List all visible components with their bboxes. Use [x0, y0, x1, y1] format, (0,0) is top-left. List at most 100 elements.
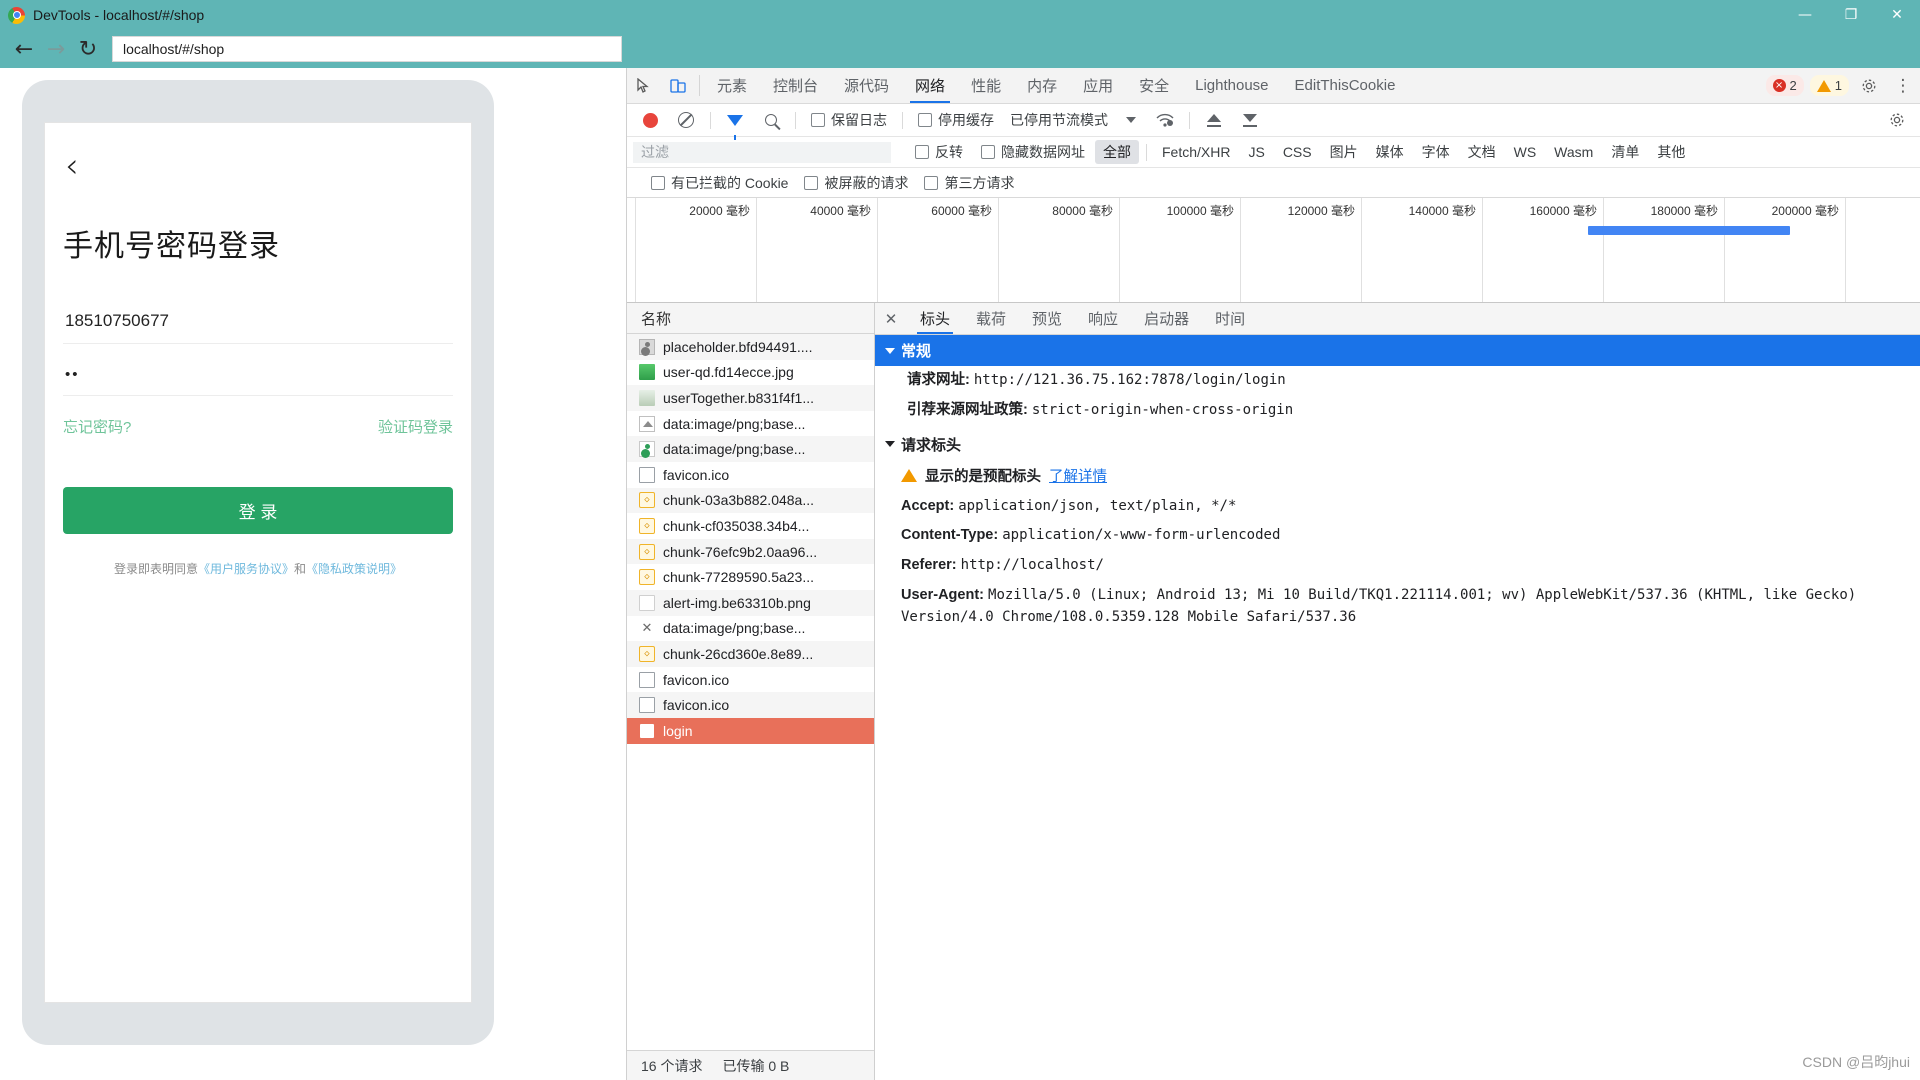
filter-type-wasm[interactable]: Wasm — [1546, 142, 1601, 162]
forgot-password-link[interactable]: 忘记密码? — [63, 416, 131, 437]
table-row[interactable]: ◇ chunk-76efc9b2.0aa96... — [627, 539, 874, 565]
overview-tick-label: 180000 毫秒 — [1651, 202, 1724, 219]
devtools-settings-icon[interactable] — [1852, 68, 1886, 103]
filter-type-other[interactable]: 其他 — [1649, 140, 1693, 164]
blocked-cookies-checkbox[interactable]: 有已拦截的 Cookie — [643, 173, 796, 193]
filter-toggle-icon[interactable] — [718, 115, 752, 126]
detail-tab-preview[interactable]: 预览 — [1019, 303, 1075, 334]
request-headers-section-header[interactable]: 请求标头 — [875, 426, 1920, 461]
third-party-checkbox[interactable]: 第三方请求 — [916, 173, 1022, 193]
filter-type-ws[interactable]: WS — [1506, 142, 1545, 162]
table-row[interactable]: userTogether.b831f4f1... — [627, 385, 874, 411]
tab-sources[interactable]: 源代码 — [831, 68, 902, 103]
minimize-button[interactable]: — — [1782, 0, 1828, 30]
phone-number-input[interactable]: 18510750677 — [63, 311, 453, 344]
learn-more-link[interactable]: 了解详情 — [1049, 465, 1107, 486]
tab-network[interactable]: 网络 — [902, 68, 958, 103]
search-icon[interactable] — [754, 114, 788, 126]
detail-tab-headers[interactable]: 标头 — [907, 303, 963, 334]
detail-tab-response[interactable]: 响应 — [1075, 303, 1131, 334]
table-row[interactable]: ◇ chunk-03a3b882.048a... — [627, 488, 874, 514]
maximize-button[interactable]: ❐ — [1828, 0, 1874, 30]
third-party-box[interactable] — [924, 176, 938, 190]
tab-application[interactable]: 应用 — [1070, 68, 1126, 103]
request-list-header[interactable]: 名称 — [627, 303, 874, 334]
sms-login-link[interactable]: 验证码登录 — [378, 416, 453, 437]
filter-type-img[interactable]: 图片 — [1322, 140, 1366, 164]
general-section-header[interactable]: 常规 — [875, 335, 1920, 366]
address-bar[interactable]: localhost/#/shop — [112, 36, 622, 62]
table-row-selected[interactable]: login — [627, 718, 874, 744]
table-row[interactable]: ◇ chunk-26cd360e.8e89... — [627, 641, 874, 667]
table-row[interactable]: ✕ data:image/png;base... — [627, 616, 874, 642]
devtools-panel: 元素 控制台 源代码 网络 性能 内存 应用 安全 Lighthouse Edi… — [627, 68, 1920, 1080]
blocked-cookies-box[interactable] — [651, 176, 665, 190]
table-row[interactable]: favicon.ico — [627, 692, 874, 718]
reload-icon[interactable]: ↻ — [72, 33, 104, 65]
export-har-icon[interactable] — [1233, 113, 1267, 127]
blocked-cookies-label: 有已拦截的 Cookie — [671, 173, 788, 193]
close-detail-icon[interactable]: ✕ — [875, 303, 907, 334]
inspect-element-icon[interactable] — [627, 68, 661, 103]
filter-type-css[interactable]: CSS — [1275, 142, 1320, 162]
import-har-icon[interactable] — [1197, 113, 1231, 127]
network-conditions-icon[interactable] — [1148, 112, 1182, 128]
forward-icon[interactable]: → — [40, 33, 72, 65]
throttling-select[interactable]: 已停用节流模式 — [1004, 110, 1114, 130]
user-agreement-link[interactable]: 《用户服务协议》 — [198, 562, 294, 576]
filter-type-all[interactable]: 全部 — [1095, 140, 1139, 164]
tab-lighthouse[interactable]: Lighthouse — [1182, 68, 1281, 103]
table-row[interactable]: data:image/png;base... — [627, 411, 874, 437]
close-button[interactable]: ✕ — [1874, 0, 1920, 30]
filter-type-media[interactable]: 媒体 — [1368, 140, 1412, 164]
blocked-requests-box[interactable] — [804, 176, 818, 190]
filter-type-fetchxhr[interactable]: Fetch/XHR — [1154, 142, 1238, 162]
filter-type-doc[interactable]: 文档 — [1460, 140, 1504, 164]
table-row[interactable]: favicon.ico — [627, 462, 874, 488]
login-button[interactable]: 登 录 — [63, 487, 453, 534]
table-row[interactable]: alert-img.be63310b.png — [627, 590, 874, 616]
table-row[interactable]: favicon.ico — [627, 667, 874, 693]
filter-type-manifest[interactable]: 清单 — [1603, 140, 1647, 164]
blocked-requests-checkbox[interactable]: 被屏蔽的请求 — [796, 173, 916, 193]
invert-box[interactable] — [915, 145, 929, 159]
disable-cache-box[interactable] — [918, 113, 932, 127]
chevron-down-icon[interactable] — [1126, 117, 1136, 123]
filter-type-font[interactable]: 字体 — [1414, 140, 1458, 164]
table-row[interactable]: user-qd.fd14ecce.jpg — [627, 360, 874, 386]
detail-tab-payload[interactable]: 载荷 — [963, 303, 1019, 334]
error-count-badge[interactable]: × 2 — [1766, 75, 1804, 96]
filter-type-js[interactable]: JS — [1240, 142, 1272, 162]
network-overview-timeline[interactable]: 20000 毫秒 40000 毫秒 60000 毫秒 80000 毫秒 1000… — [627, 198, 1920, 303]
preserve-log-box[interactable] — [811, 113, 825, 127]
page-back-icon[interactable]: ‹ — [65, 149, 453, 183]
tab-performance[interactable]: 性能 — [958, 68, 1014, 103]
record-button[interactable] — [633, 113, 667, 128]
hide-data-urls-box[interactable] — [981, 145, 995, 159]
invert-checkbox[interactable]: 反转 — [907, 142, 971, 162]
tab-elements[interactable]: 元素 — [704, 68, 760, 103]
tab-console[interactable]: 控制台 — [760, 68, 831, 103]
overview-tick — [1240, 198, 1241, 302]
disable-cache-checkbox[interactable]: 停用缓存 — [910, 110, 1002, 130]
filter-input[interactable]: 过滤 — [633, 142, 891, 163]
password-input[interactable]: •• — [63, 366, 453, 396]
warning-count-badge[interactable]: 1 — [1810, 75, 1849, 96]
table-row[interactable]: ◇ chunk-cf035038.34b4... — [627, 513, 874, 539]
tab-security[interactable]: 安全 — [1126, 68, 1182, 103]
privacy-policy-link[interactable]: 《隐私政策说明》 — [306, 562, 402, 576]
detail-tab-timing[interactable]: 时间 — [1202, 303, 1258, 334]
preserve-log-checkbox[interactable]: 保留日志 — [803, 110, 895, 130]
device-toolbar-icon[interactable] — [661, 68, 695, 103]
devtools-more-icon[interactable]: ⋮ — [1886, 68, 1920, 103]
table-row[interactable]: data:image/png;base... — [627, 436, 874, 462]
hide-data-urls-checkbox[interactable]: 隐藏数据网址 — [973, 142, 1093, 162]
detail-tab-initiator[interactable]: 启动器 — [1131, 303, 1202, 334]
table-row[interactable]: placeholder.bfd94491.... — [627, 334, 874, 360]
tab-editthiscookie[interactable]: EditThisCookie — [1282, 68, 1409, 103]
clear-button[interactable] — [669, 112, 703, 128]
tab-memory[interactable]: 内存 — [1014, 68, 1070, 103]
network-settings-icon[interactable] — [1880, 112, 1914, 128]
back-icon[interactable]: ← — [8, 33, 40, 65]
table-row[interactable]: ◇ chunk-77289590.5a23... — [627, 564, 874, 590]
